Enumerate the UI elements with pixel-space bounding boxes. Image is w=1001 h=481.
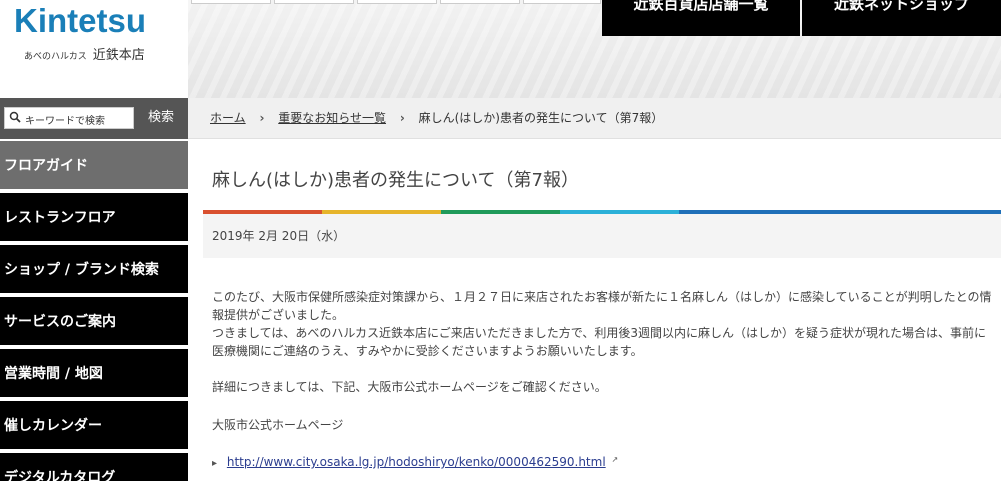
header-tab[interactable] <box>274 0 354 4</box>
nav-item-floor-guide[interactable]: フロアガイド <box>0 139 188 189</box>
nav-item-shop-brand-search[interactable]: ショップ / ブランド検索 <box>0 243 188 293</box>
nav-item-services[interactable]: サービスのご案内 <box>0 295 188 345</box>
header-tab[interactable] <box>440 0 520 4</box>
nav-item-event-calendar[interactable]: 催しカレンダー <box>0 399 188 449</box>
breadcrumb: ホーム › 重要なお知らせ一覧 › 麻しん(はしか)患者の発生について（第7報） <box>188 98 1001 139</box>
net-shop-label: 近鉄ネットショップ <box>833 0 969 13</box>
header-tab[interactable] <box>357 0 437 4</box>
breadcrumb-current: 麻しん(はしか)患者の発生について（第7報） <box>418 111 664 125</box>
nav-item-restaurant-floor[interactable]: レストランフロア <box>0 191 188 241</box>
brand-logo-text: Kintetsu <box>14 2 146 39</box>
nav-item-digital-catalog[interactable]: デジタルカタログ <box>0 451 188 481</box>
breadcrumb-home-link[interactable]: ホーム <box>210 111 246 125</box>
paragraph-line: 医療機関にご連絡のうえ、すみやかに受診くださいますようお願いいたします。 <box>212 344 643 358</box>
chevron-right-icon: › <box>259 111 265 125</box>
page-title: 麻しん(はしか)患者の発生について（第7報） <box>212 170 579 191</box>
store-logo[interactable]: Kintetsu あべのハルカス 近鉄本店 <box>0 0 188 98</box>
store-list-button[interactable]: 近鉄百貨店店舗一覧 <box>602 0 800 36</box>
store-list-label: 近鉄百貨店店舗一覧 <box>633 0 769 13</box>
left-column: Kintetsu あべのハルカス 近鉄本店 キーワードで検索 検索 フロアガイド … <box>0 0 188 481</box>
nav-item-hours-map[interactable]: 営業時間 / 地図 <box>0 347 188 397</box>
store-name: あべのハルカス 近鉄本店 <box>24 44 145 63</box>
arrow-right-icon: ▸ <box>212 458 218 469</box>
paragraph-line: 報提供がございました。 <box>212 308 345 322</box>
paragraph-site-label: 大阪市公式ホームページ <box>212 418 344 432</box>
search-bar: キーワードで検索 検索 <box>0 98 188 140</box>
store-name-small: あべのハルカス <box>24 52 87 62</box>
search-icon <box>9 111 21 123</box>
external-link-icon: ↗ <box>611 455 619 464</box>
header-tab[interactable] <box>523 0 601 4</box>
article-body: このたび、大阪市保健所感染症対策課から、１月２７日に来店されたお客様が新たに１名… <box>212 288 997 434</box>
chevron-right-icon: › <box>399 111 405 125</box>
net-shop-button[interactable]: 近鉄ネットショップ <box>802 0 1001 36</box>
paragraph-line: このたび、大阪市保健所感染症対策課から、１月２７日に来店されたお客様が新たに１名… <box>212 290 992 304</box>
breadcrumb-notices-link[interactable]: 重要なお知らせ一覧 <box>278 111 386 125</box>
osaka-city-link[interactable]: http://www.city.osaka.lg.jp/hodoshiryo/k… <box>227 455 606 469</box>
header-banner: 近鉄百貨店店舗一覧 近鉄ネットショップ <box>188 0 1001 98</box>
search-placeholder: キーワードで検索 <box>25 116 105 127</box>
paragraph-details: 詳細につきましては、下記、大阪市公式ホームページをご確認ください。 <box>212 380 607 394</box>
search-input[interactable]: キーワードで検索 <box>4 107 134 129</box>
search-button[interactable]: 検索 <box>137 107 185 129</box>
publish-date: 2019年 2月 20日（水） <box>212 229 346 243</box>
header-tab[interactable] <box>191 0 271 4</box>
paragraph-line: つきましては、あべのハルカス近鉄本店にご来店いただきました方で、利用後3週間以内… <box>212 326 986 340</box>
store-name-main: 近鉄本店 <box>92 48 145 63</box>
date-bar: 2019年 2月 20日（水） <box>203 214 1001 258</box>
brand-logo: Kintetsu <box>14 2 146 40</box>
external-link-row: ▸ http://www.city.osaka.lg.jp/hodoshiryo… <box>212 455 618 469</box>
